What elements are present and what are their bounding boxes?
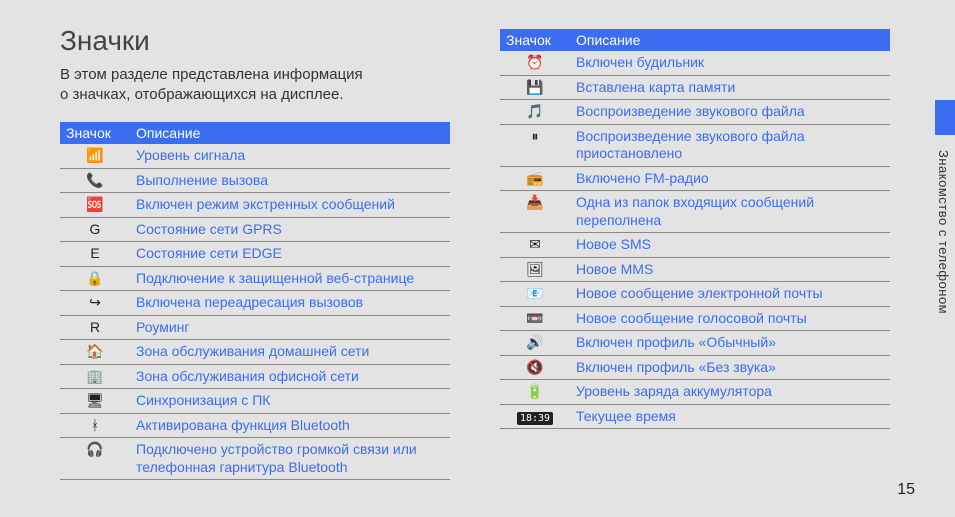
row-desc: Зона обслуживания офисной сети [130, 364, 450, 389]
row-icon: 📼 [500, 306, 570, 331]
row-icon: 🏢 [60, 364, 130, 389]
row-icon: 🔊 [500, 331, 570, 356]
row-icon: 📧 [500, 282, 570, 307]
th-icon: Значок [60, 122, 130, 144]
row-desc: Включен профиль «Обычный» [570, 331, 890, 356]
row-desc: Выполнение вызова [130, 168, 450, 193]
row-icon: 🖥 [60, 389, 130, 414]
row-desc: Новое SMS [570, 233, 890, 258]
table-row: 🔋Уровень заряда аккумулятора [500, 380, 890, 405]
table-row: 🎧Подключено устройство громкой связи или… [60, 438, 450, 480]
table-row: 🔒Подключение к защищенной веб-странице [60, 266, 450, 291]
row-desc: Воспроизведение звукового файла приостан… [570, 124, 890, 166]
table-row: EСостояние сети EDGE [60, 242, 450, 267]
th-desc: Описание [130, 122, 450, 144]
row-desc: Уровень сигнала [130, 144, 450, 168]
icons-table-right: Значок Описание ⏰Включен будильник💾Встав… [500, 29, 890, 429]
row-icon: 🆘 [60, 193, 130, 218]
row-desc: Новое MMS [570, 257, 890, 282]
row-desc: Новое сообщение электронной почты [570, 282, 890, 307]
th-desc: Описание [570, 29, 890, 51]
row-desc: Вставлена карта памяти [570, 75, 890, 100]
row-icon: G [60, 217, 130, 242]
table-row: ⏰Включен будильник [500, 51, 890, 75]
table-row: 🔇Включен профиль «Без звука» [500, 355, 890, 380]
intro-text: В этом разделе представлена информация о… [60, 65, 450, 104]
table-row: RРоуминг [60, 315, 450, 340]
row-icon: 🔇 [500, 355, 570, 380]
table-row: 📞Выполнение вызова [60, 168, 450, 193]
row-desc: Уровень заряда аккумулятора [570, 380, 890, 405]
table-row: 🎵Воспроизведение звукового файла [500, 100, 890, 125]
row-icon: ᚼ [60, 413, 130, 438]
table-row: 🆘Включен режим экстренных сообщений [60, 193, 450, 218]
row-icon: ⏰ [500, 51, 570, 75]
row-icon: 💾 [500, 75, 570, 100]
row-desc: Одна из папок входящих сообщений перепол… [570, 191, 890, 233]
row-icon: 18:39 [500, 404, 570, 429]
page-title: Значки [60, 25, 450, 57]
row-desc: Включена переадресация вызовов [130, 291, 450, 316]
right-column: Значок Описание ⏰Включен будильник💾Встав… [500, 25, 890, 480]
row-desc: Включен профиль «Без звука» [570, 355, 890, 380]
row-icon: 📥 [500, 191, 570, 233]
row-desc: Новое сообщение голосовой почты [570, 306, 890, 331]
icons-table-left: Значок Описание 📶Уровень сигнала📞Выполне… [60, 122, 450, 480]
row-desc: Включено FM-радио [570, 166, 890, 191]
row-icon: 📞 [60, 168, 130, 193]
side-caption: Знакомство с телефоном [936, 150, 951, 314]
table-row: ✉Новое SMS [500, 233, 890, 258]
row-icon: 📶 [60, 144, 130, 168]
row-icon: 🔒 [60, 266, 130, 291]
row-icon: 🖼 [500, 257, 570, 282]
table-row: 🏠Зона обслуживания домашней сети [60, 340, 450, 365]
table-row: 💾Вставлена карта памяти [500, 75, 890, 100]
page-number: 15 [897, 481, 915, 499]
row-desc: Роуминг [130, 315, 450, 340]
table-row: 🖼Новое MMS [500, 257, 890, 282]
row-desc: Активирована функция Bluetooth [130, 413, 450, 438]
table-row: 🔊Включен профиль «Обычный» [500, 331, 890, 356]
side-tab [935, 100, 955, 135]
th-icon: Значок [500, 29, 570, 51]
row-desc: Состояние сети GPRS [130, 217, 450, 242]
table-row: 📼Новое сообщение голосовой почты [500, 306, 890, 331]
row-icon: 🎵 [500, 100, 570, 125]
table-row: ↪Включена переадресация вызовов [60, 291, 450, 316]
row-icon: ✉ [500, 233, 570, 258]
row-desc: Зона обслуживания домашней сети [130, 340, 450, 365]
table-row: 📧Новое сообщение электронной почты [500, 282, 890, 307]
row-desc: Текущее время [570, 404, 890, 429]
row-icon: 📻 [500, 166, 570, 191]
row-icon: ⏸ [500, 124, 570, 166]
table-row: 🖥Синхронизация с ПК [60, 389, 450, 414]
row-icon: 🔋 [500, 380, 570, 405]
table-row: 📻Включено FM-радио [500, 166, 890, 191]
row-icon: R [60, 315, 130, 340]
table-row: GСостояние сети GPRS [60, 217, 450, 242]
row-icon: 🏠 [60, 340, 130, 365]
row-desc: Синхронизация с ПК [130, 389, 450, 414]
table-row: ⏸Воспроизведение звукового файла приоста… [500, 124, 890, 166]
left-column: Значки В этом разделе представлена инфор… [60, 25, 450, 480]
table-row: 18:39Текущее время [500, 404, 890, 429]
row-desc: Включен режим экстренных сообщений [130, 193, 450, 218]
table-row: ᚼАктивирована функция Bluetooth [60, 413, 450, 438]
row-icon: 🎧 [60, 438, 130, 480]
table-row: 📶Уровень сигнала [60, 144, 450, 168]
row-desc: Воспроизведение звукового файла [570, 100, 890, 125]
row-desc: Подключение к защищенной веб-странице [130, 266, 450, 291]
row-desc: Включен будильник [570, 51, 890, 75]
row-icon: ↪ [60, 291, 130, 316]
table-row: 📥Одна из папок входящих сообщений перепо… [500, 191, 890, 233]
row-desc: Подключено устройство громкой связи или … [130, 438, 450, 480]
table-row: 🏢Зона обслуживания офисной сети [60, 364, 450, 389]
row-desc: Состояние сети EDGE [130, 242, 450, 267]
row-icon: E [60, 242, 130, 267]
